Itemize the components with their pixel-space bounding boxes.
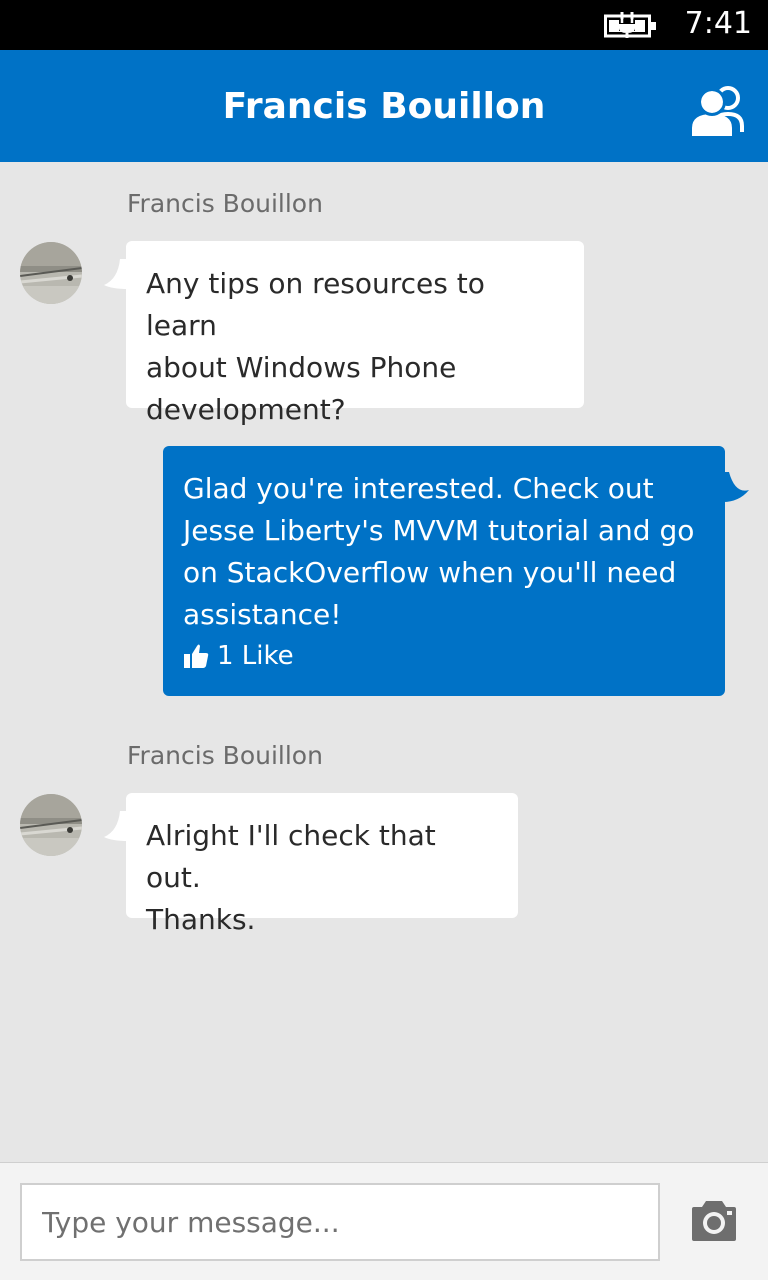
message-line: Thanks.: [146, 903, 256, 936]
bubble-tail: [104, 259, 128, 289]
avatar[interactable]: [20, 794, 82, 856]
conversation-header: Francis Bouillon: [0, 50, 768, 162]
message-line: development?: [146, 393, 346, 426]
clock: 7:41: [684, 6, 752, 41]
avatar-photo: [20, 242, 82, 304]
avatar-photo: [20, 794, 82, 856]
sender-name: Francis Bouillon: [127, 741, 323, 770]
status-bar: 7:41: [0, 0, 768, 50]
message-line: about Windows Phone: [146, 351, 457, 384]
message-line: Alright I'll check that out.: [146, 819, 436, 894]
message-bubble-outgoing[interactable]: Glad you're interested. Check out Jesse …: [163, 446, 749, 696]
bubble-tail: [723, 472, 749, 502]
message-line: Any tips on resources to learn: [146, 267, 485, 342]
message-line: Glad you're interested. Check out: [183, 472, 654, 505]
camera-icon[interactable]: [688, 1199, 740, 1243]
sender-name: Francis Bouillon: [127, 189, 323, 218]
like-count[interactable]: 1 Like: [183, 636, 705, 676]
message-input[interactable]: [20, 1183, 660, 1261]
message-line: Jesse Liberty's MVVM tutorial and go: [183, 514, 695, 547]
message-line: assistance!: [183, 598, 342, 631]
avatar[interactable]: [20, 242, 82, 304]
message-composer: [0, 1162, 768, 1280]
people-icon[interactable]: [688, 82, 752, 138]
page-title: Francis Bouillon: [222, 86, 546, 127]
bubble-tail: [104, 811, 128, 841]
like-label: 1 Like: [217, 641, 294, 671]
thumbs-up-icon: [184, 644, 209, 668]
message-bubble-incoming[interactable]: Alright I'll check that out. Thanks.: [104, 793, 518, 936]
battery-charging-icon: [604, 12, 656, 38]
message-bubble-incoming[interactable]: Any tips on resources to learn about Win…: [104, 241, 584, 426]
message-line: on StackOverflow when you'll need: [183, 556, 677, 589]
